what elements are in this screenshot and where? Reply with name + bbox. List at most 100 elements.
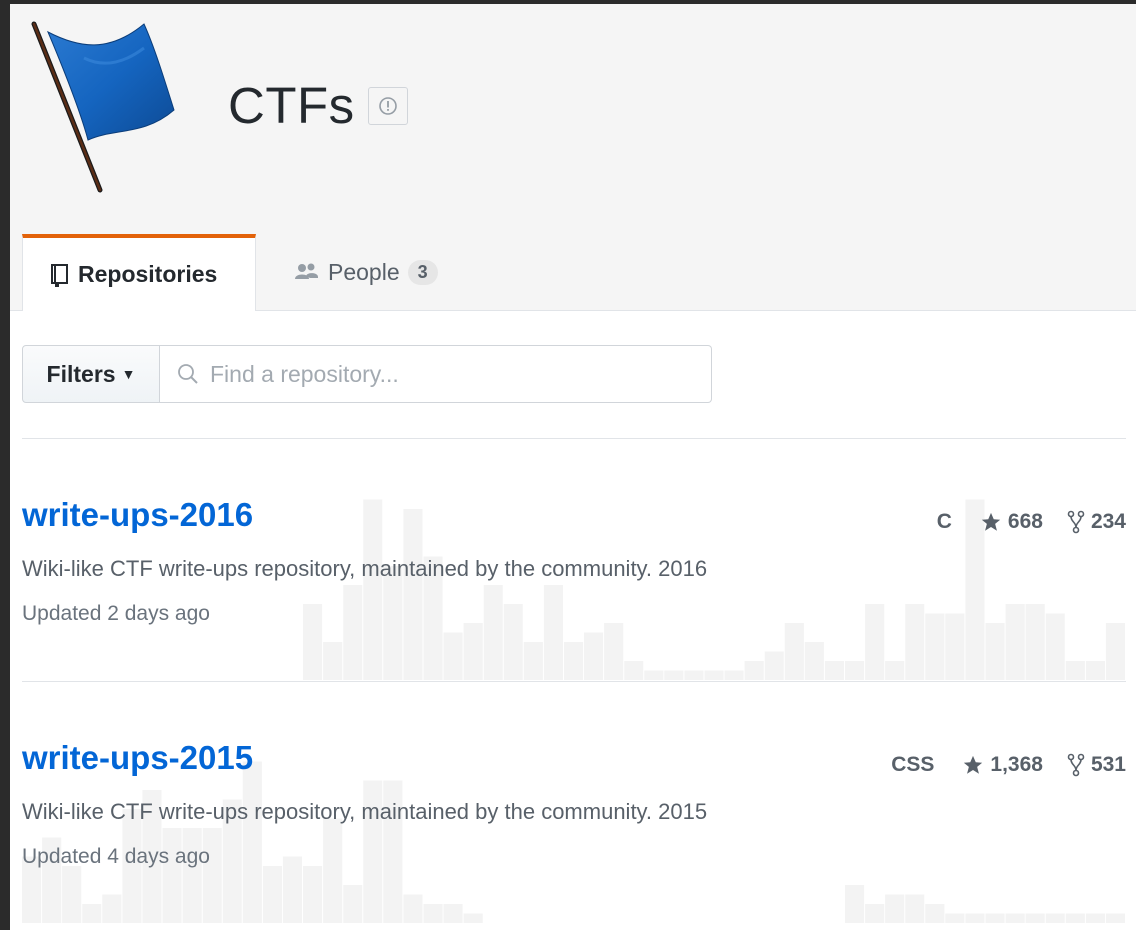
activity-bar	[102, 894, 122, 923]
activity-bar	[604, 623, 624, 680]
activity-bar	[1105, 913, 1125, 923]
star-icon	[964, 755, 983, 774]
tab-repositories[interactable]: Repositories	[22, 234, 256, 311]
activity-bar	[343, 885, 363, 923]
activity-bar	[463, 623, 483, 680]
repo-stars-count: 1,368	[990, 753, 1043, 776]
activity-bar	[925, 904, 945, 923]
activity-bar	[1025, 604, 1045, 680]
repo-search-input[interactable]	[208, 359, 692, 389]
repo-meta: CSS 1,368 531	[891, 753, 1126, 777]
repo-book-icon	[50, 263, 70, 287]
star-icon	[981, 512, 1001, 531]
activity-bar	[363, 499, 383, 680]
activity-bar	[644, 670, 664, 680]
activity-bar	[323, 642, 343, 680]
activity-bar	[483, 585, 503, 680]
activity-bar	[804, 642, 824, 680]
activity-bar	[885, 661, 905, 680]
repo-stars[interactable]: 1,368	[962, 753, 1043, 777]
activity-bar	[764, 651, 784, 680]
activity-bar	[443, 904, 463, 923]
repo-name-link[interactable]: write-ups-2015	[22, 739, 253, 777]
activity-bar	[925, 613, 945, 680]
activity-bar	[202, 828, 222, 923]
activity-bar	[965, 913, 985, 923]
repo-list-item: write-ups-2016 Wiki-like CTF write-ups r…	[10, 440, 1136, 680]
activity-bar	[523, 642, 543, 680]
repo-description: Wiki-like CTF write-ups repository, main…	[22, 556, 708, 581]
activity-bar	[162, 828, 182, 923]
activity-bar	[704, 670, 724, 680]
activity-bar	[1105, 623, 1125, 680]
search-icon	[178, 364, 198, 384]
activity-bar	[905, 604, 925, 680]
activity-bar	[845, 885, 865, 923]
repo-name-link[interactable]: write-ups-2016	[22, 496, 253, 534]
activity-bar	[182, 828, 202, 923]
list-divider	[22, 438, 1126, 439]
activity-bar	[865, 604, 885, 680]
repo-list-item: write-ups-2015 Wiki-like CTF write-ups r…	[10, 683, 1136, 923]
repo-search-box[interactable]	[160, 345, 712, 403]
activity-bar	[323, 818, 343, 923]
activity-bar	[1005, 604, 1025, 680]
repo-stars-count: 668	[1007, 510, 1043, 533]
activity-bar	[242, 761, 262, 923]
activity-bar	[684, 670, 704, 680]
activity-bar	[724, 670, 744, 680]
activity-bar	[303, 604, 323, 680]
activity-bar	[423, 904, 443, 923]
list-divider	[22, 681, 1126, 682]
filters-button[interactable]: Filters ▼	[22, 345, 160, 403]
activity-bar	[403, 509, 423, 680]
activity-bar	[985, 913, 1005, 923]
org-info-badge[interactable]	[368, 87, 408, 125]
filters-button-label: Filters	[46, 360, 116, 387]
tab-repositories-label: Repositories	[78, 261, 218, 287]
activity-bar	[383, 566, 403, 680]
activity-bar	[1065, 913, 1085, 923]
alert-icon	[379, 97, 397, 115]
org-name: CTFs	[228, 77, 355, 134]
repo-updated-time: Updated 2 days ago	[22, 602, 210, 625]
activity-bar	[543, 585, 563, 680]
activity-bar	[443, 632, 463, 680]
activity-bar	[564, 642, 584, 680]
repo-forks-count: 531	[1090, 753, 1126, 776]
repo-meta: C 668 234	[937, 510, 1126, 534]
activity-bar	[905, 894, 925, 923]
fork-icon	[1067, 753, 1085, 777]
activity-bar	[403, 894, 423, 923]
repo-language: CSS	[891, 753, 935, 776]
repo-forks-count: 234	[1090, 510, 1126, 533]
repo-forks[interactable]: 531	[1067, 753, 1126, 777]
activity-bar	[503, 604, 523, 680]
activity-bar	[664, 670, 684, 680]
activity-bar	[1025, 913, 1045, 923]
repo-forks[interactable]: 234	[1067, 510, 1126, 534]
activity-bar	[744, 661, 764, 680]
activity-bar	[343, 585, 363, 680]
repo-language: C	[936, 510, 952, 533]
people-icon	[294, 262, 320, 282]
activity-bar	[845, 661, 865, 680]
activity-bar	[463, 913, 483, 923]
activity-bar	[62, 866, 82, 923]
repo-filter-bar: Filters ▼	[22, 345, 712, 403]
activity-bar	[624, 661, 644, 680]
repo-stars[interactable]: 668	[980, 510, 1043, 534]
activity-bar	[1045, 913, 1065, 923]
activity-bar	[1005, 913, 1025, 923]
activity-bar	[885, 894, 905, 923]
activity-bar	[945, 913, 965, 923]
tab-people-label: People	[328, 258, 400, 285]
activity-bar	[865, 904, 885, 923]
activity-bar	[824, 661, 844, 680]
activity-bar	[1045, 613, 1065, 680]
activity-bar	[262, 866, 282, 923]
activity-bar	[584, 632, 604, 680]
repo-description: Wiki-like CTF write-ups repository, main…	[22, 799, 708, 824]
tab-people[interactable]: People 3	[284, 234, 438, 310]
org-header: CTFs Repositories People 3	[10, 4, 1136, 311]
